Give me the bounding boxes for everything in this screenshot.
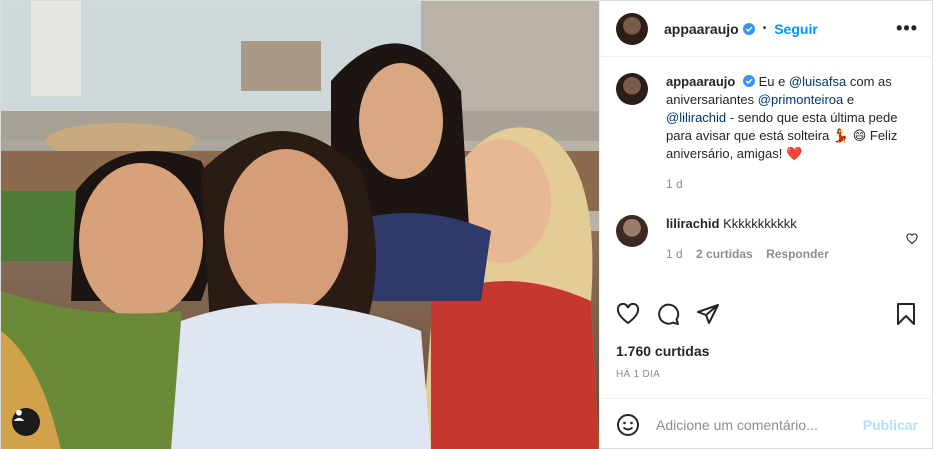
comments-list: appaaraujo Eu e @luisafsa com as anivers… xyxy=(600,57,933,297)
commenter-avatar[interactable] xyxy=(616,215,648,247)
comment-input[interactable] xyxy=(656,416,863,433)
photo-illustration xyxy=(1,1,599,449)
instagram-post-modal: appaaraujo • Seguir ••• appaaraujo Eu e … xyxy=(0,0,933,449)
author-avatar[interactable] xyxy=(616,12,648,45)
caption-meta: 1 d xyxy=(666,175,916,193)
post-side-panel: appaaraujo • Seguir ••• appaaraujo Eu e … xyxy=(599,1,933,449)
comment-meta: 1 d 2 curtidas Responder xyxy=(666,245,896,263)
share-icon[interactable] xyxy=(696,302,720,326)
comment-text: lilirachid Kkkkkkkkkkk xyxy=(666,215,896,233)
caption-part: e xyxy=(843,92,855,107)
comment-likes[interactable]: 2 curtidas xyxy=(696,247,753,261)
caption-row: appaaraujo Eu e @luisafsa com as anivers… xyxy=(616,73,918,193)
author-username[interactable]: appaaraujo xyxy=(664,21,739,37)
mention-link[interactable]: @luisafsa xyxy=(789,74,846,89)
caption-text: appaaraujo Eu e @luisafsa com as anivers… xyxy=(666,73,916,163)
post-photo[interactable] xyxy=(1,1,599,449)
verified-badge-icon xyxy=(742,75,755,87)
more-options-button[interactable]: ••• xyxy=(896,18,918,39)
caption-time[interactable]: 1 d xyxy=(666,177,683,191)
caption-author-avatar[interactable] xyxy=(616,73,648,105)
separator-dot: • xyxy=(762,23,767,34)
comment-icon[interactable] xyxy=(656,302,680,326)
emoji-icon[interactable] xyxy=(616,413,640,437)
likes-count[interactable]: 1.760 curtidas xyxy=(616,343,709,359)
post-header: appaaraujo • Seguir ••• xyxy=(600,1,933,57)
publish-button[interactable]: Publicar xyxy=(863,417,918,433)
post-timestamp[interactable]: HÁ 1 DIA xyxy=(616,369,660,380)
comment-time[interactable]: 1 d xyxy=(666,247,683,261)
add-comment-bar: Publicar xyxy=(600,398,933,449)
follow-button[interactable]: Seguir xyxy=(774,21,818,37)
comment-author[interactable]: lilirachid xyxy=(666,216,719,231)
heart-icon[interactable] xyxy=(616,302,640,326)
caption-author[interactable]: appaaraujo xyxy=(666,74,735,89)
comment-like-icon[interactable] xyxy=(906,233,918,245)
mention-link[interactable]: @lilirachid xyxy=(666,110,726,125)
verified-badge-icon xyxy=(742,22,755,35)
user-tag-icon[interactable] xyxy=(12,408,40,436)
comment-row: lilirachid Kkkkkkkkkkk 1 d 2 curtidas Re… xyxy=(616,215,918,263)
bookmark-icon[interactable] xyxy=(894,302,918,326)
reply-button[interactable]: Responder xyxy=(766,247,829,261)
comment-body: Kkkkkkkkkkk xyxy=(723,216,797,231)
action-bar xyxy=(616,297,918,331)
mention-link[interactable]: @primonteiroa xyxy=(758,92,843,107)
caption-part: Eu e xyxy=(758,74,789,89)
